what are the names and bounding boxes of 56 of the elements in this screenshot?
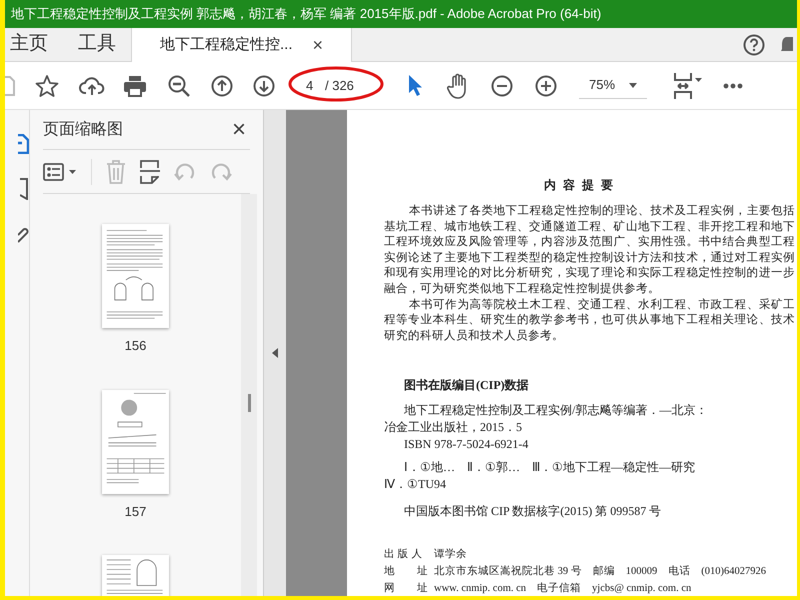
close-tab-button[interactable]: × — [312, 32, 324, 58]
text-line: 中国版本图书馆 CIP 数据核字(2015) 第 099587 号 — [403, 503, 662, 520]
more-icon[interactable] — [723, 82, 743, 88]
help-icon[interactable] — [743, 34, 765, 56]
page-number-label: 157 — [124, 502, 146, 520]
star-icon[interactable] — [35, 74, 59, 98]
text-line: ISBN 978-7-5024-6921-4 — [403, 436, 530, 454]
text-line: 程等专业本科生、研究生的教学参考书，也可供从事地下工程相关理论、技术 — [384, 313, 795, 328]
close-button[interactable]: × — [232, 118, 250, 142]
options-menu-icon[interactable] — [43, 162, 77, 180]
tab[interactable]: 地下工程稳定性控... × — [131, 28, 352, 62]
text-line: Ⅳ．①TU94 — [384, 476, 447, 494]
page-fit-icon[interactable] — [673, 72, 703, 100]
window-title: 地下工程稳定性控制及工程实例 郭志飚，胡江春，杨军 编著 2015年版.pdf - Adobe Acrobat Pro (64-bit) — [11, 5, 602, 24]
section-heading: 内 容 提 要 — [543, 177, 616, 194]
text-line: 冶金工业出版社，2015．5 — [384, 419, 523, 436]
imprint-value: www. cnmip. com. cn 电子信箱 yjcbs@ cnmip. com. cn — [434, 581, 692, 596]
page-thumbnail[interactable] — [102, 224, 169, 328]
bookmark-icon[interactable] — [20, 178, 29, 200]
imprint-value: 北京市东城区嵩祝院北巷 39 号 邮编 100009 电话 (010)64027926 — [434, 564, 766, 580]
tab[interactable]: 主页 — [5, 28, 63, 61]
page-thumbnails-icon[interactable] — [18, 134, 29, 154]
print-icon[interactable] — [123, 74, 147, 98]
panel-title: 页面缩略图 — [43, 120, 123, 140]
arrow-down-circle-icon[interactable] — [253, 74, 275, 96]
text-line: 本书可作为高等院校土木工程、交通工程、水利工程、市政工程、采矿工 — [408, 298, 795, 313]
text-line: 工程环境效应及风险管理等，内容涉及范围广、实用性强。书中结合典型工程 — [384, 235, 795, 250]
text-line: 地下工程稳定性控制及工程实例/郭志飚等编著．—北京： — [403, 402, 708, 420]
imprint-label: 出 版 人 — [384, 547, 424, 562]
imprint-value: 谭学余 — [434, 548, 467, 562]
text-line: 研究的科研人员和技术人员参考。 — [384, 328, 565, 344]
tab-label: 地下工程稳定性控... — [160, 34, 293, 55]
zoom-out-icon[interactable] — [491, 74, 513, 96]
text-line: 实例论述了主要地下工程类型的稳定性控制设计方法和技术，通过对工程实例 — [384, 250, 795, 266]
collapse-arrow-icon[interactable] — [272, 348, 278, 358]
text-line: 和现有实用理论的对比分析研究，实现了理论和实际工程稳定性控制的进一步 — [384, 266, 795, 282]
text-line: 本书讲述了各类地下工程稳定性控制的理论、技术及工程实例，主要包括 — [408, 204, 795, 219]
zoom-in-icon[interactable] — [535, 74, 557, 96]
page-count: / 326 — [325, 76, 354, 95]
text-line: 基坑工程、城市地铁工程、交通隧道工程、矿山地下工程、非开挖工程和地下 — [384, 220, 795, 235]
text-line: Ⅰ．①地… Ⅱ．①郭… Ⅲ．①地下工程—稳定性—研究 — [403, 459, 696, 476]
extract-page-icon[interactable] — [140, 160, 160, 184]
text-line: 融合，可为研究类似地下工程稳定性控制提供参考。 — [384, 282, 661, 297]
zoom-dropdown[interactable]: 75% — [579, 72, 647, 98]
scrollbar-thumb[interactable] — [248, 394, 250, 412]
imprint-label: 网 址 — [384, 581, 429, 596]
imprint-label: 地 址 — [384, 564, 429, 580]
caret-icon — [629, 82, 637, 88]
page-thumbnail[interactable] — [102, 390, 169, 494]
zoom-out-search-icon[interactable] — [167, 74, 191, 98]
tab[interactable]: 工具 — [63, 28, 131, 61]
arrow-up-circle-icon[interactable] — [211, 74, 233, 96]
cursor-arrow-icon[interactable] — [407, 74, 423, 98]
page-number-label: 156 — [124, 337, 146, 355]
section-heading: 图书在版编目(CIP)数据 — [403, 377, 530, 394]
page-number-field[interactable]: 4 — [299, 76, 325, 96]
